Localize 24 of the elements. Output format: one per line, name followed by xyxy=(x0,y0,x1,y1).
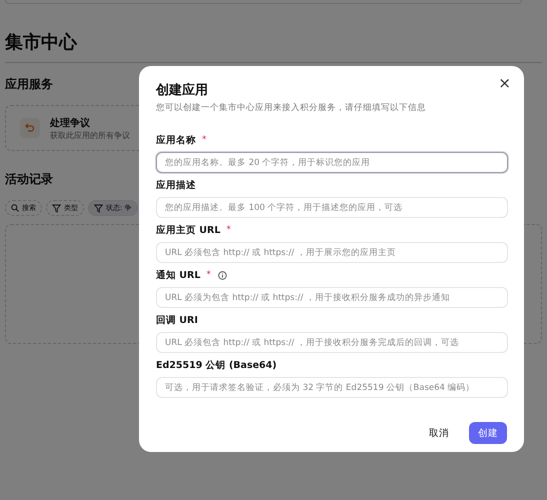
dialog-title: 创建应用 xyxy=(156,82,208,99)
section-heading: 活动记录 xyxy=(5,171,53,188)
section-heading: 应用服务 xyxy=(5,76,53,93)
required-mark: * xyxy=(202,135,206,145)
input-field[interactable]: 您的应用名称。最多 20 个字符，用于标识您的应用 xyxy=(156,152,508,173)
field-label: 通知 URL xyxy=(156,268,200,282)
required-mark: * xyxy=(206,270,211,280)
close-button[interactable]: × xyxy=(495,74,514,92)
filter-icon xyxy=(52,204,61,212)
search-icon xyxy=(11,204,19,212)
field-label: 应用描述 xyxy=(156,178,196,192)
filter-icon xyxy=(94,204,103,212)
field-label: 应用主页 URL xyxy=(156,224,220,236)
cancel-button[interactable]: 取消 xyxy=(423,422,455,444)
field-label: 回调 URI xyxy=(156,314,198,326)
info-icon[interactable] xyxy=(218,270,227,280)
service-title: 处理争议 xyxy=(50,116,91,130)
create-button[interactable]: 创建 xyxy=(469,422,507,444)
field-label: 应用名称 xyxy=(156,134,196,146)
page-title: 集市中心 xyxy=(5,31,78,54)
field-label: Ed25519 公钥 (Base64) xyxy=(156,358,277,372)
required-mark: * xyxy=(226,225,231,235)
dialog-subtitle: 您可以创建一个集市中心应用来接入积分服务，请仔细填写以下信息 xyxy=(156,102,427,114)
service-description: 获取此应用的所有争议 xyxy=(50,130,130,140)
